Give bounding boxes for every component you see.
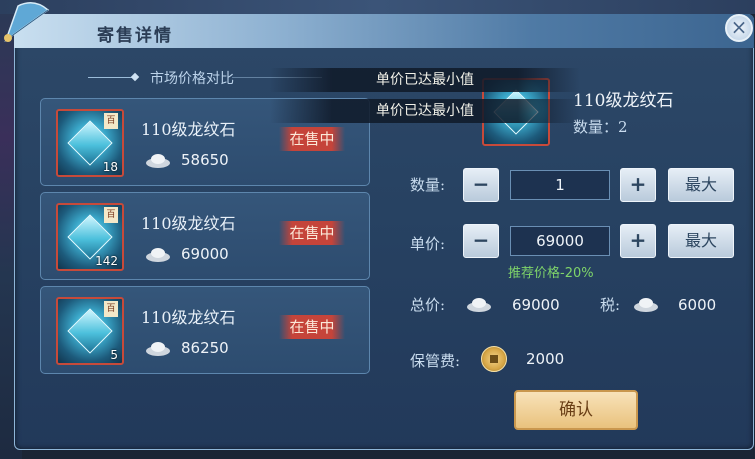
listing-price: 86250: [181, 339, 229, 357]
confirm-button[interactable]: 确认: [514, 390, 638, 430]
toast-message: 单价已达最小值: [270, 68, 580, 92]
close-button[interactable]: ×: [725, 14, 753, 42]
selected-item-quantity: 数量：2: [573, 118, 628, 136]
status-badge: 在售中: [279, 315, 345, 339]
quantity-label: 数量:: [410, 176, 446, 194]
stack-count: 18: [102, 160, 118, 174]
item-tag: 百: [104, 301, 118, 317]
quantity-input[interactable]: 1: [510, 170, 610, 200]
total-value: 69000: [512, 296, 560, 314]
dragon-stone-icon: 百 142: [56, 203, 124, 271]
toast-message: 单价已达最小值: [270, 99, 580, 123]
storage-fee-value: 2000: [526, 350, 565, 368]
quantity-minus-button[interactable]: −: [463, 168, 499, 202]
status-badge: 在售中: [279, 221, 345, 245]
stack-count: 142: [95, 254, 118, 268]
quantity-max-button[interactable]: 最大: [668, 168, 734, 202]
silver-ingot-icon: [146, 154, 170, 168]
stack-count: 5: [110, 348, 118, 362]
listing-price: 69000: [181, 245, 229, 263]
dragon-stone-icon: 百 5: [56, 297, 124, 365]
silver-ingot-icon: [467, 298, 491, 312]
unit-price-label: 单价:: [410, 235, 446, 253]
quantity-plus-button[interactable]: +: [620, 168, 656, 202]
silver-ingot-icon: [146, 342, 170, 356]
total-label: 总价:: [410, 296, 446, 314]
price-minus-button[interactable]: −: [463, 224, 499, 258]
dialog-title: 寄售详情: [97, 26, 173, 46]
item-tag: 百: [104, 113, 118, 129]
fan-icon: [4, 2, 50, 42]
suggested-price-hint: 推荐价格-20%: [508, 266, 594, 281]
listing-card[interactable]: 百 142 110级龙纹石 69000 在售中: [40, 192, 370, 280]
tax-value: 6000: [678, 296, 717, 314]
item-name: 110级龙纹石: [141, 308, 236, 327]
item-name: 110级龙纹石: [141, 120, 236, 139]
silver-ingot-icon: [634, 298, 658, 312]
price-max-button[interactable]: 最大: [668, 224, 734, 258]
silver-ingot-icon: [146, 248, 170, 262]
listing-price: 58650: [181, 151, 229, 169]
dragon-stone-icon: 百 18: [56, 109, 124, 177]
selected-item-name: 110级龙纹石: [573, 91, 674, 111]
item-name: 110级龙纹石: [141, 214, 236, 233]
storage-fee-label: 保管费:: [410, 352, 461, 370]
item-tag: 百: [104, 207, 118, 223]
market-compare-title: 市场价格对比: [150, 71, 234, 87]
price-plus-button[interactable]: +: [620, 224, 656, 258]
status-badge: 在售中: [279, 127, 345, 151]
listing-card[interactable]: 百 5 110级龙纹石 86250 在售中: [40, 286, 370, 374]
background-top: [0, 0, 755, 14]
tax-label: 税:: [600, 296, 621, 314]
unit-price-input[interactable]: 69000: [510, 226, 610, 256]
copper-coin-icon: [481, 346, 507, 372]
